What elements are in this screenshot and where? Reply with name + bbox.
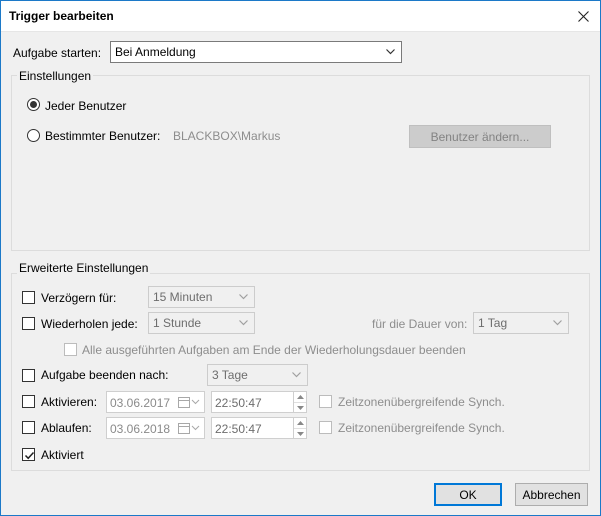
duration-label: für die Dauer von: [372,317,468,331]
dialog-title: Trigger bearbeiten [9,9,114,23]
any-user-label[interactable]: Jeder Benutzer [45,99,126,113]
stop-after-label[interactable]: Aufgabe beenden nach: [41,368,168,382]
start-label: Aufgabe starten: [13,46,102,60]
activate-checkbox[interactable] [22,395,35,408]
enabled-label[interactable]: Aktiviert [41,448,84,462]
activate-label[interactable]: Aktivieren: [41,395,97,409]
delay-value: 15 Minuten [153,290,213,304]
activate-date-value: 03.06.2017 [110,396,171,410]
stop-after-checkbox[interactable] [22,369,35,382]
calendar-dropdown-icon[interactable] [178,422,200,434]
spin-down-icon[interactable] [294,402,306,412]
close-button[interactable] [566,1,600,32]
repeat-label[interactable]: Wiederholen jede: [41,317,138,331]
activate-time-spinner[interactable] [293,392,306,412]
delay-select[interactable]: 15 Minuten [148,286,255,308]
spin-up-icon[interactable] [294,392,306,402]
expire-date-value: 03.06.2018 [110,422,171,436]
spin-up-icon[interactable] [294,418,306,428]
duration-select[interactable]: 1 Tag [473,312,569,334]
repeat-select[interactable]: 1 Stunde [148,312,255,334]
advanced-group-title: Erweiterte Einstellungen [17,261,151,275]
checkmark-icon [24,451,35,460]
ok-button[interactable]: OK [434,483,502,506]
expire-date-input[interactable]: 03.06.2018 [106,417,205,439]
enabled-checkbox[interactable] [22,448,35,461]
close-icon [577,11,589,22]
chevron-down-icon [239,294,248,300]
title-bar: Trigger bearbeiten [1,1,600,32]
activate-time-input[interactable]: 22:50:47 [211,391,307,413]
expire-time-spinner[interactable] [293,418,306,438]
stop-after-value: 3 Tage [212,368,248,382]
activate-sync-checkbox[interactable] [319,395,332,408]
expire-label[interactable]: Ablaufen: [41,421,92,435]
activate-sync-label[interactable]: Zeitzonenübergreifende Synch. [338,395,505,409]
start-trigger-select[interactable]: Bei Anmeldung [110,41,402,63]
trigger-dialog: Trigger bearbeiten Aufgabe starten: Bei … [0,0,601,516]
stop-all-label[interactable]: Alle ausgeführten Aufgaben am Ende der W… [82,343,466,357]
any-user-radio[interactable] [27,98,40,111]
repeat-value: 1 Stunde [153,316,202,330]
activate-date-input[interactable]: 03.06.2017 [106,391,205,413]
expire-sync-checkbox[interactable] [319,421,332,434]
delay-checkbox[interactable] [22,291,35,304]
delay-label[interactable]: Verzögern für: [41,291,116,305]
start-trigger-value: Bei Anmeldung [115,45,196,59]
activate-time-value: 22:50:47 [215,396,262,410]
change-user-button[interactable]: Benutzer ändern... [409,125,551,148]
chevron-down-icon [386,49,395,55]
duration-value: 1 Tag [478,316,508,330]
stop-after-select[interactable]: 3 Tage [207,364,308,386]
chevron-down-icon [553,320,562,326]
cancel-button[interactable]: Abbrechen [515,483,588,506]
expire-time-input[interactable]: 22:50:47 [211,417,307,439]
repeat-checkbox[interactable] [22,317,35,330]
specific-user-label[interactable]: Bestimmter Benutzer: [45,129,160,143]
user-name: BLACKBOX\Markus [173,129,281,143]
expire-sync-label[interactable]: Zeitzonenübergreifende Synch. [338,421,505,435]
stop-all-checkbox[interactable] [64,343,77,356]
expire-time-value: 22:50:47 [215,422,262,436]
specific-user-radio[interactable] [27,129,40,142]
chevron-down-icon [239,320,248,326]
settings-group-title: Einstellungen [17,69,94,83]
expire-checkbox[interactable] [22,421,35,434]
chevron-down-icon [292,372,301,378]
calendar-dropdown-icon[interactable] [178,396,200,408]
spin-down-icon[interactable] [294,428,306,438]
